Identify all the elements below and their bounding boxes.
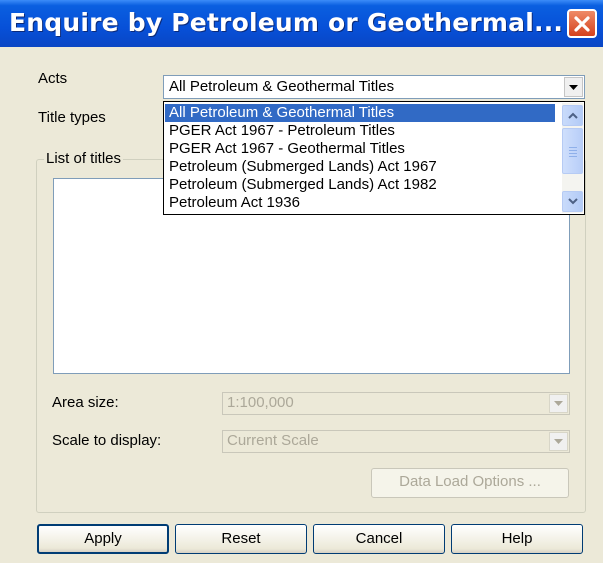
area-size-select[interactable]: 1:100,000 <box>222 392 570 415</box>
scale-to-display-label: Scale to display: <box>52 432 162 449</box>
acts-select-value: All Petroleum & Geothermal Titles <box>169 78 395 95</box>
scroll-down-icon <box>567 198 578 205</box>
acts-option[interactable]: All Petroleum & Geothermal Titles <box>165 104 555 122</box>
list-of-titles-label: List of titles <box>44 150 124 167</box>
acts-select[interactable]: All Petroleum & Geothermal Titles <box>163 75 585 99</box>
scroll-down-button[interactable] <box>562 191 583 212</box>
acts-label: Acts <box>38 70 68 87</box>
cancel-button[interactable]: Cancel <box>313 524 445 554</box>
close-button[interactable] <box>567 9 597 38</box>
title-bar[interactable]: Enquire by Petroleum or Geothermal... <box>0 0 603 47</box>
data-load-options-button[interactable]: Data Load Options ... <box>371 468 569 498</box>
scale-to-display-select[interactable]: Current Scale <box>222 430 570 453</box>
reset-button[interactable]: Reset <box>175 524 307 554</box>
title-types-label: Title types <box>38 109 106 126</box>
scroll-up-button[interactable] <box>562 105 583 126</box>
acts-option[interactable]: Petroleum (Submerged Lands) Act 1967 <box>165 158 555 176</box>
chevron-down-icon <box>554 439 563 444</box>
help-button[interactable]: Help <box>451 524 583 554</box>
apply-button[interactable]: Apply <box>37 524 169 554</box>
scroll-up-icon <box>567 112 578 119</box>
close-icon <box>574 15 590 32</box>
acts-dropdown-list[interactable]: All Petroleum & Geothermal Titles PGER A… <box>163 101 585 215</box>
dropdown-scrollbar[interactable] <box>562 103 583 213</box>
acts-option[interactable]: PGER Act 1967 - Geothermal Titles <box>165 140 555 158</box>
acts-dropdown-button[interactable] <box>564 77 583 97</box>
chevron-down-icon <box>554 401 563 406</box>
area-size-dropdown-button[interactable] <box>549 394 568 413</box>
area-size-label: Area size: <box>52 394 119 411</box>
scale-dropdown-button[interactable] <box>549 432 568 451</box>
acts-option[interactable]: Petroleum Act 1936 <box>165 194 555 212</box>
scrollbar-thumb[interactable] <box>562 128 583 174</box>
acts-option[interactable]: Petroleum (Submerged Lands) Act 1982 <box>165 176 555 194</box>
acts-option[interactable]: PGER Act 1967 - Petroleum Titles <box>165 122 555 140</box>
scale-to-display-value: Current Scale <box>227 432 319 449</box>
chevron-down-icon <box>569 84 578 90</box>
window-title: Enquire by Petroleum or Geothermal... <box>9 8 564 37</box>
area-size-value: 1:100,000 <box>227 394 294 411</box>
